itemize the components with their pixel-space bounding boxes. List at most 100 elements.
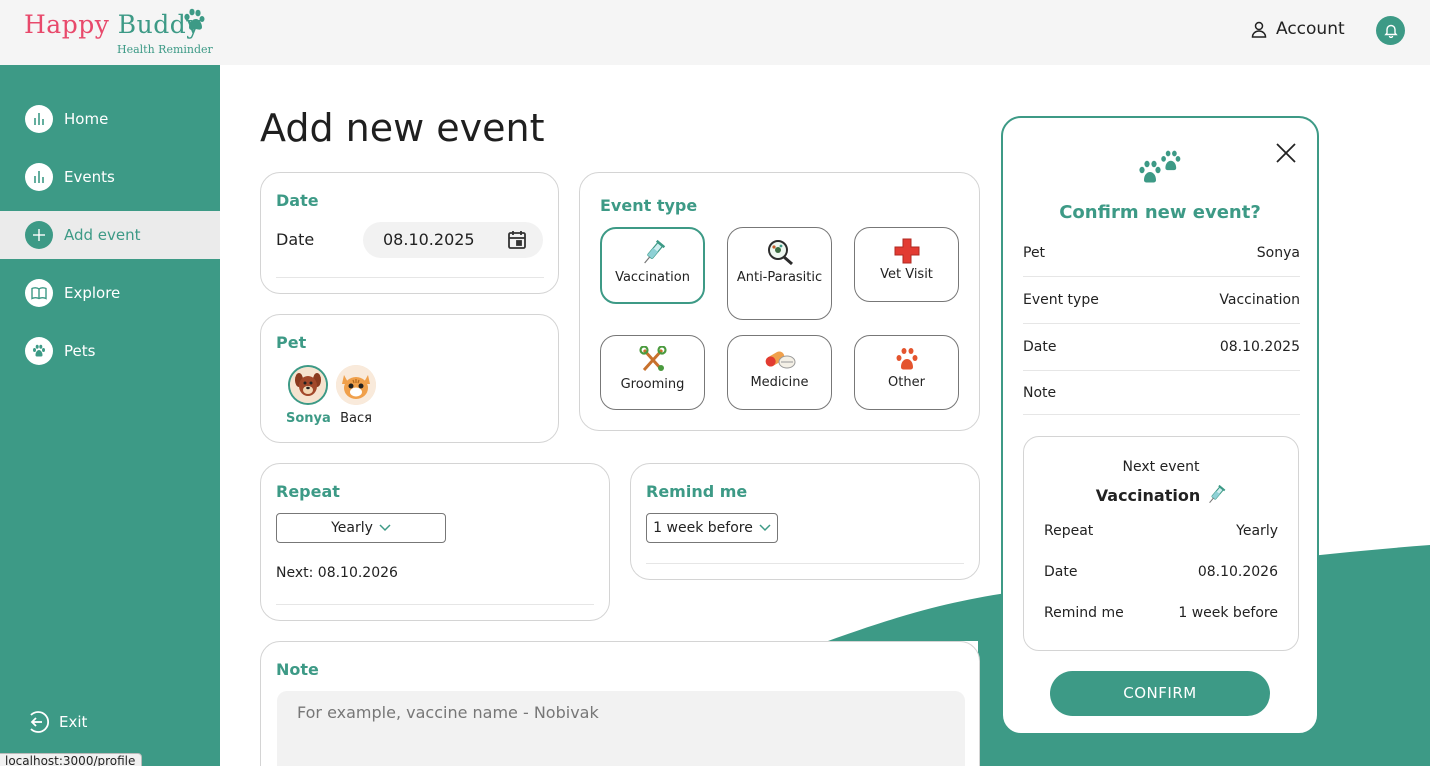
notifications-button[interactable] — [1376, 16, 1405, 45]
pill-icon — [765, 351, 795, 369]
divider — [646, 563, 964, 564]
sidebar-item-label: Home — [64, 110, 109, 128]
summary-row-date: Date 08.10.2025 — [1023, 324, 1300, 371]
sidebar-item-home[interactable]: Home — [0, 95, 220, 143]
summary-label: Event type — [1023, 292, 1099, 308]
confirm-button[interactable]: CONFIRM — [1050, 671, 1270, 716]
pet-name: Вася — [340, 411, 372, 426]
summary-label: Note — [1023, 384, 1057, 401]
next-date-text: Next: 08.10.2026 — [276, 565, 398, 581]
date-card: Date Date 08.10.2025 — [260, 172, 559, 294]
event-type-medicine[interactable]: Medicine — [727, 335, 832, 410]
sidebar-item-events[interactable]: Events — [0, 153, 220, 201]
repeat-card: Repeat Yearly Next: 08.10.2026 — [260, 463, 610, 621]
note-textarea[interactable]: For example, vaccine name - Nobivak — [277, 691, 965, 766]
event-type-vaccination[interactable]: Vaccination — [600, 227, 705, 304]
summary-label: Date — [1023, 339, 1057, 355]
divider — [276, 604, 594, 605]
summary-row-event-type: Event type Vaccination — [1023, 277, 1300, 324]
event-type-label: Vaccination — [615, 270, 690, 285]
event-type-anti-parasitic[interactable]: Anti-Parasitic — [727, 227, 832, 320]
user-icon — [1251, 21, 1267, 38]
date-section-label: Date — [276, 191, 319, 210]
dog-avatar-icon — [290, 367, 327, 403]
sidebar-item-label: Events — [64, 168, 115, 186]
summary-row-pet: Pet Sonya — [1023, 230, 1300, 277]
summary-row-note: Note — [1023, 371, 1300, 415]
repeat-select[interactable]: Yearly — [276, 513, 446, 543]
next-label: Remind me — [1044, 605, 1124, 621]
chevron-down-icon — [759, 524, 771, 532]
pet-name: Sonya — [286, 411, 331, 426]
confirm-modal: Confirm new event? Pet Sonya Event type … — [1001, 116, 1319, 735]
date-value: 08.10.2025 — [383, 230, 475, 249]
pet-section-label: Pet — [276, 333, 307, 352]
remind-selected-value: 1 week before — [653, 520, 753, 536]
avatar — [336, 365, 376, 405]
date-input[interactable]: 08.10.2025 — [363, 222, 543, 258]
logo-subtitle: Health Reminder — [117, 43, 213, 56]
remind-select[interactable]: 1 week before — [646, 513, 778, 543]
exit-button[interactable]: Exit — [25, 710, 87, 734]
event-type-label: Vet Visit — [880, 267, 933, 282]
next-row-remind: Remind me 1 week before — [1044, 605, 1278, 621]
syringe-icon — [643, 239, 665, 264]
sidebar-item-add-event[interactable]: Add event — [0, 211, 220, 259]
scissors-icon — [638, 346, 667, 372]
pet-option-sonya[interactable]: Sonya — [286, 365, 331, 426]
date-field-label: Date — [276, 230, 315, 249]
pet-option-vasya[interactable]: Вася — [336, 365, 376, 426]
sidebar-item-explore[interactable]: Explore — [0, 269, 220, 317]
remind-card: Remind me 1 week before — [630, 463, 980, 580]
account-label: Account — [1276, 19, 1345, 39]
event-type-vet-visit[interactable]: Vet Visit — [854, 227, 959, 302]
summary-value: 08.10.2025 — [1219, 339, 1300, 355]
sidebar-item-label: Explore — [64, 284, 121, 302]
event-type-label: Grooming — [620, 377, 685, 392]
next-value: 1 week before — [1178, 605, 1278, 621]
chart-icon — [25, 105, 53, 133]
next-value: 08.10.2026 — [1197, 564, 1278, 580]
plus-icon — [25, 221, 53, 249]
syringe-icon — [1209, 484, 1226, 504]
paw-prints-icon — [1139, 150, 1181, 183]
note-placeholder: For example, vaccine name - Nobivak — [297, 703, 599, 722]
event-type-label: Other — [888, 375, 925, 390]
pet-card: Pet Sonya Вася — [260, 314, 559, 443]
sidebar: Home Events Add event Explore Pets Exit — [0, 65, 220, 766]
next-label: Repeat — [1044, 523, 1094, 539]
event-type-grooming[interactable]: Grooming — [600, 335, 705, 410]
next-event-name: Vaccination — [1095, 485, 1201, 505]
chart-icon — [25, 163, 53, 191]
sidebar-item-label: Add event — [64, 226, 141, 244]
account-button[interactable]: Account — [1250, 19, 1345, 39]
event-type-other[interactable]: Other — [854, 335, 959, 410]
summary-value: Vaccination — [1219, 292, 1300, 308]
event-type-card: Event type Vaccination Anti-Parasitic Ve… — [579, 172, 980, 431]
next-event-card: Next event Vaccination Repeat Yearly Dat… — [1023, 436, 1299, 651]
top-header: Happy Buddy Health Reminder Account — [0, 0, 1430, 65]
summary-value: Sonya — [1256, 245, 1300, 261]
red-cross-icon — [894, 238, 919, 264]
sidebar-item-pets[interactable]: Pets — [0, 327, 220, 375]
next-row-date: Date 08.10.2026 — [1044, 564, 1278, 580]
note-section-label: Note — [276, 660, 319, 679]
close-icon[interactable] — [1275, 142, 1297, 164]
magnifier-bug-icon — [767, 240, 793, 266]
paw-icon — [184, 8, 205, 30]
exit-label: Exit — [59, 713, 88, 731]
note-card: Note For example, vaccine name - Nobivak — [260, 641, 980, 766]
modal-title: Confirm new event? — [1059, 202, 1261, 223]
calendar-icon[interactable] — [507, 230, 527, 250]
status-bar-url: localhost:3000/profile — [0, 753, 143, 766]
exit-icon — [30, 711, 49, 733]
cat-avatar-icon — [336, 365, 376, 405]
paw-icon — [25, 337, 53, 365]
next-value: Yearly — [1236, 523, 1278, 539]
divider — [276, 277, 544, 278]
page-title: Add new event — [260, 106, 545, 150]
chevron-down-icon — [379, 524, 391, 532]
app-logo[interactable]: Happy Buddy Health Reminder — [24, 8, 213, 56]
avatar — [288, 365, 329, 405]
next-label: Date — [1044, 564, 1078, 580]
